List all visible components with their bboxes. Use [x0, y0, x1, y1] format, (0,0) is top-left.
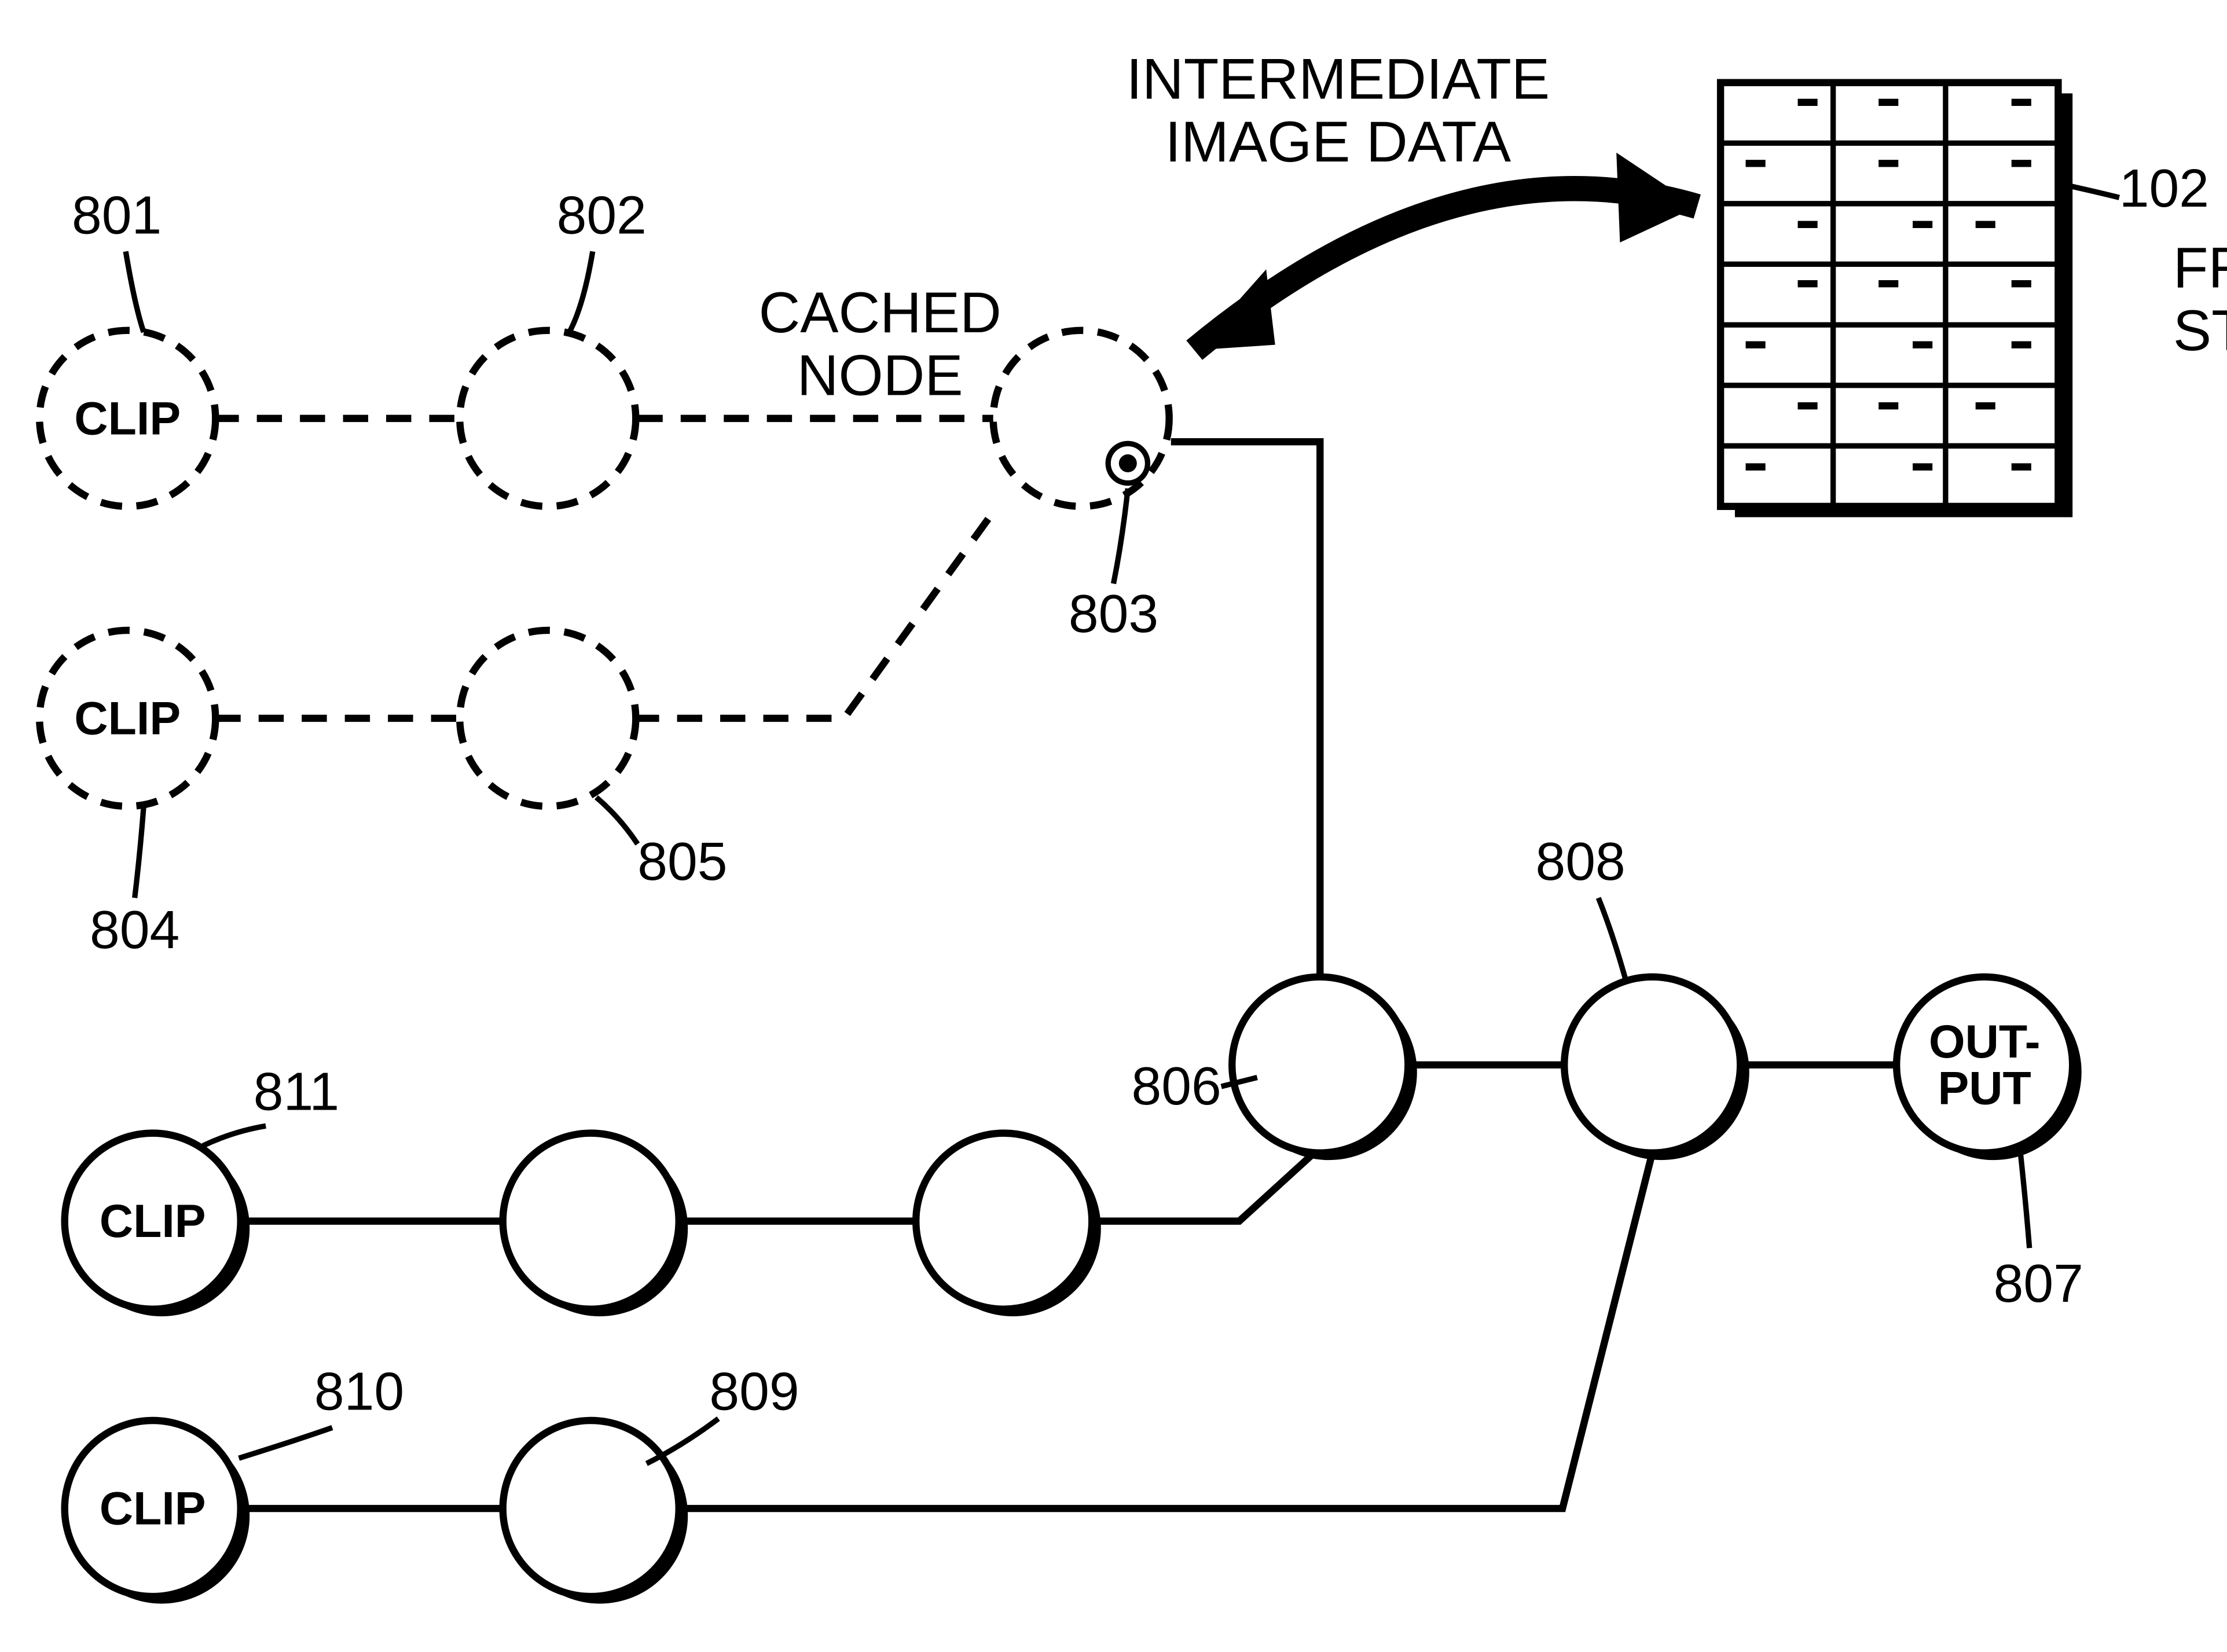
node-mid-a	[503, 1133, 688, 1316]
ref-102: 102	[2119, 158, 2209, 218]
ref-806: 806	[1131, 1056, 1221, 1116]
ref-802: 802	[557, 185, 647, 245]
ref-811: 811	[254, 1061, 339, 1121]
node-809	[503, 1420, 688, 1603]
node-805	[460, 630, 636, 806]
node-810-clip: CLIP	[65, 1420, 250, 1603]
node-803-cached	[993, 331, 1169, 506]
ref-808: 808	[1535, 831, 1625, 891]
intermediate-arrow	[1194, 153, 1697, 350]
label-intermediate-2: IMAGE DATA	[1165, 110, 1511, 174]
node-810-label: CLIP	[100, 1483, 206, 1535]
label-cached-2: NODE	[797, 344, 963, 408]
node-811-label: CLIP	[100, 1195, 206, 1247]
node-804-clip: CLIP	[39, 630, 215, 806]
node-804-label: CLIP	[74, 692, 181, 744]
diagram-canvas: CLIP CLIP CLIP CLIP	[0, 0, 2227, 1652]
node-802	[460, 331, 636, 506]
label-cached-1: CACHED	[759, 281, 1001, 345]
ref-807: 807	[1994, 1253, 2083, 1313]
node-811-clip: CLIP	[65, 1133, 250, 1316]
ref-810: 810	[314, 1361, 404, 1421]
node-mid-b	[916, 1133, 1101, 1316]
node-807-label2: PUT	[1938, 1063, 2031, 1115]
ref-803: 803	[1069, 583, 1158, 644]
ref-805: 805	[637, 831, 727, 891]
label-frame-store-1: FRAME	[2173, 236, 2227, 300]
frame-store	[1720, 83, 2072, 517]
label-intermediate-1: INTERMEDIATE	[1126, 47, 1550, 112]
label-frame-store-2: STORE	[2173, 299, 2227, 363]
node-801-label: CLIP	[74, 392, 181, 445]
ref-804: 804	[90, 900, 179, 960]
node-807-output: OUT- PUT	[1896, 977, 2082, 1160]
ref-801: 801	[72, 185, 162, 245]
node-801-clip: CLIP	[39, 331, 215, 506]
node-807-label1: OUT-	[1929, 1016, 2041, 1068]
node-808	[1564, 977, 1749, 1160]
node-806	[1232, 977, 1417, 1160]
ref-809: 809	[709, 1361, 799, 1421]
